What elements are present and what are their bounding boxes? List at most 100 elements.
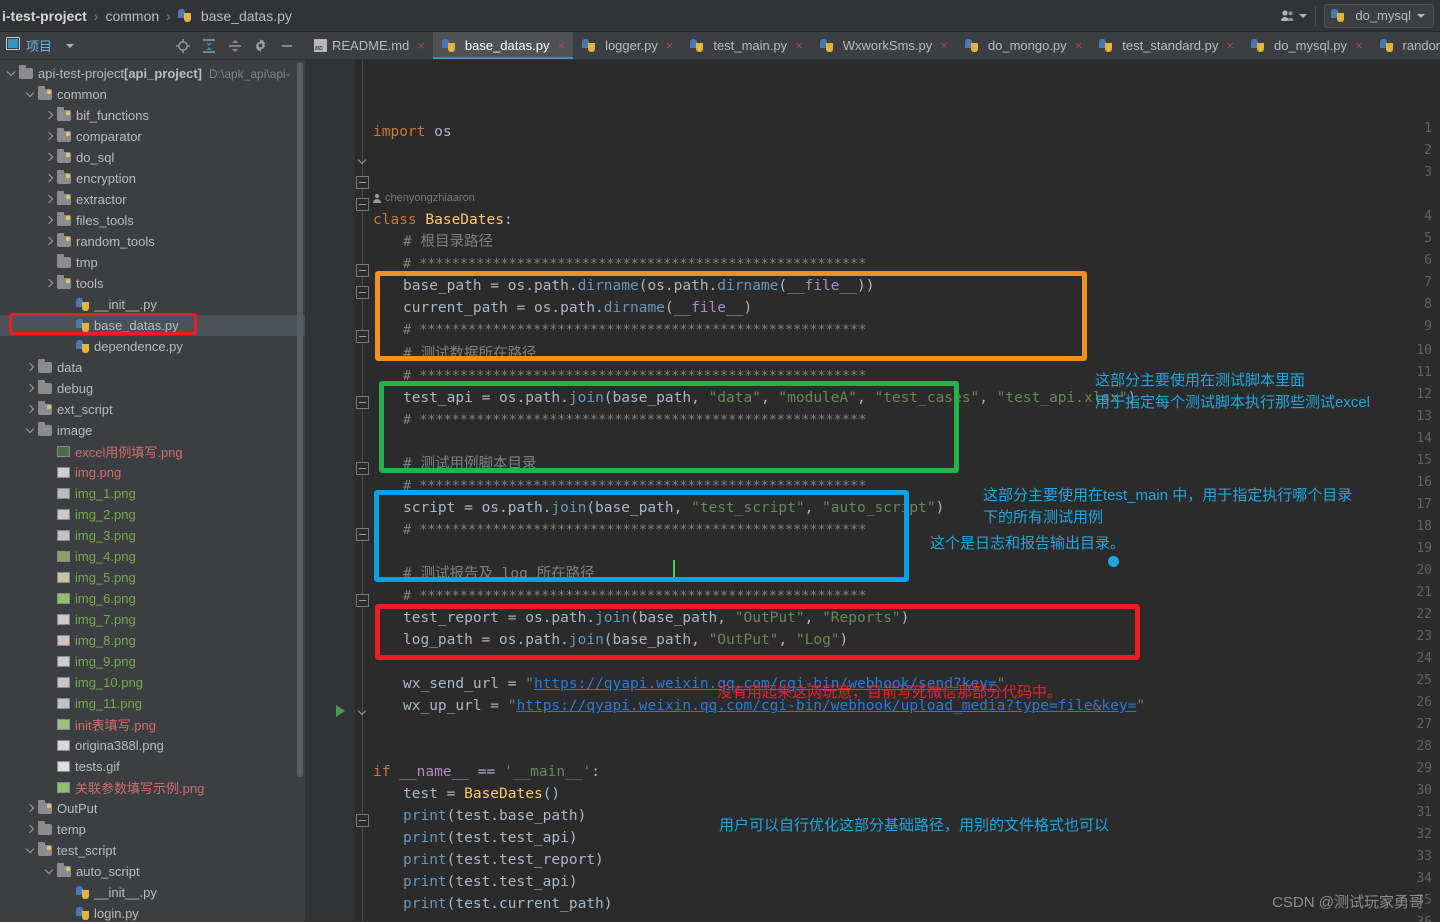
editor-tab-do_mongopy[interactable]: do_mongo.py × bbox=[956, 32, 1090, 59]
tree-item-img_9png[interactable]: img_9.png bbox=[0, 651, 305, 672]
chevron-right-icon[interactable] bbox=[44, 131, 55, 142]
hide-panel-icon[interactable] bbox=[279, 38, 295, 54]
run-gutter-icon[interactable] bbox=[336, 705, 345, 717]
editor-tab-loggerpy[interactable]: logger.py × bbox=[573, 32, 681, 59]
close-icon[interactable]: × bbox=[1226, 38, 1234, 53]
breadcrumb-project[interactable]: i-test-project bbox=[2, 8, 87, 24]
fold-marker[interactable] bbox=[356, 286, 369, 299]
locate-icon[interactable] bbox=[175, 38, 191, 54]
tree-item-common[interactable]: common bbox=[0, 84, 305, 105]
chevron-down-icon[interactable] bbox=[25, 845, 36, 856]
project-tree[interactable]: api-test-project [api_project] D:\apk_api… bbox=[0, 60, 305, 922]
tree-item-loginpy[interactable]: login.py bbox=[0, 903, 305, 922]
tree-item-extractor[interactable]: extractor bbox=[0, 189, 305, 210]
tree-item-tools[interactable]: tools bbox=[0, 273, 305, 294]
collapse-all-icon[interactable] bbox=[227, 38, 243, 54]
chevron-down-icon[interactable] bbox=[6, 68, 17, 79]
editor-tab-random_toolsp[interactable]: random_tools.p bbox=[1371, 32, 1440, 59]
tree-item-random_tools[interactable]: random_tools bbox=[0, 231, 305, 252]
fold-marker[interactable] bbox=[356, 198, 369, 211]
chevron-down-icon[interactable] bbox=[44, 866, 55, 877]
tree-item-__init__py[interactable]: __init__.py bbox=[0, 294, 305, 315]
fold-marker[interactable] bbox=[356, 594, 369, 607]
run-configuration-selector[interactable]: do_mysql bbox=[1324, 3, 1434, 28]
editor-tab-do_mysqlpy[interactable]: do_mysql.py × bbox=[1242, 32, 1371, 59]
tree-item-base_dataspy[interactable]: base_datas.py bbox=[0, 315, 305, 336]
tree-item-img_7png[interactable]: img_7.png bbox=[0, 609, 305, 630]
tree-item-__init__py[interactable]: __init__.py bbox=[0, 882, 305, 903]
tree-item-img_2png[interactable]: img_2.png bbox=[0, 504, 305, 525]
close-icon[interactable]: × bbox=[1075, 38, 1083, 53]
tree-item-img_6png[interactable]: img_6.png bbox=[0, 588, 305, 609]
chevron-down-icon[interactable] bbox=[66, 43, 75, 48]
tree-item-do_sql[interactable]: do_sql bbox=[0, 147, 305, 168]
tree-item-debug[interactable]: debug bbox=[0, 378, 305, 399]
tree-item-img_1png[interactable]: img_1.png bbox=[0, 483, 305, 504]
chevron-right-icon[interactable] bbox=[25, 803, 36, 814]
tree-item-excelpng[interactable]: excel用例填写.png bbox=[0, 441, 305, 462]
chevron-right-icon[interactable] bbox=[44, 278, 55, 289]
editor-tab-base_dataspy[interactable]: base_datas.py × bbox=[432, 32, 574, 59]
project-tree-scrollbar[interactable] bbox=[297, 62, 303, 777]
chevron-right-icon[interactable] bbox=[44, 152, 55, 163]
tree-item-origina388lpng[interactable]: origina388l.png bbox=[0, 735, 305, 756]
fold-marker[interactable] bbox=[356, 264, 369, 277]
chevron-right-icon[interactable] bbox=[44, 194, 55, 205]
fold-arrow-class[interactable] bbox=[356, 153, 369, 166]
tree-item-comparator[interactable]: comparator bbox=[0, 126, 305, 147]
close-icon[interactable]: × bbox=[666, 38, 674, 53]
fold-marker[interactable] bbox=[356, 396, 369, 409]
close-icon[interactable]: × bbox=[795, 38, 803, 53]
close-icon[interactable]: × bbox=[940, 38, 948, 53]
tree-item-img_11png[interactable]: img_11.png bbox=[0, 693, 305, 714]
close-icon[interactable]: × bbox=[417, 38, 425, 53]
tree-item-files_tools[interactable]: files_tools bbox=[0, 210, 305, 231]
tree-item-apitestproject[interactable]: api-test-project [api_project] D:\apk_api… bbox=[0, 63, 305, 84]
tree-item-png[interactable]: 关联参数填写示例.png bbox=[0, 777, 305, 798]
tree-item-temp[interactable]: temp bbox=[0, 819, 305, 840]
chevron-right-icon[interactable] bbox=[44, 215, 55, 226]
tree-item-img_5png[interactable]: img_5.png bbox=[0, 567, 305, 588]
tree-item-initpng[interactable]: init表填写.png bbox=[0, 714, 305, 735]
tree-item-encryption[interactable]: encryption bbox=[0, 168, 305, 189]
tree-item-image[interactable]: image bbox=[0, 420, 305, 441]
tree-item-img_4png[interactable]: img_4.png bbox=[0, 546, 305, 567]
tree-item-img_8png[interactable]: img_8.png bbox=[0, 630, 305, 651]
tree-item-test_script[interactable]: test_script bbox=[0, 840, 305, 861]
editor-tab-test_mainpy[interactable]: test_main.py × bbox=[681, 32, 810, 59]
fold-arrow-main[interactable] bbox=[356, 704, 369, 717]
close-icon[interactable]: × bbox=[557, 38, 565, 53]
editor-tab-bar[interactable]: README.md×base_datas.py×logger.py×test_m… bbox=[305, 32, 1440, 60]
chevron-right-icon[interactable] bbox=[25, 404, 36, 415]
chevron-down-icon[interactable] bbox=[25, 425, 36, 436]
chevron-right-icon[interactable] bbox=[25, 362, 36, 373]
fold-marker[interactable] bbox=[356, 528, 369, 541]
fold-marker[interactable] bbox=[356, 462, 369, 475]
tree-item-testsgif[interactable]: tests.gif bbox=[0, 756, 305, 777]
tree-item-img_3png[interactable]: img_3.png bbox=[0, 525, 305, 546]
tree-item-output[interactable]: OutPut bbox=[0, 798, 305, 819]
fold-marker[interactable] bbox=[356, 814, 369, 827]
tree-item-data[interactable]: data bbox=[0, 357, 305, 378]
fold-marker[interactable] bbox=[356, 330, 369, 343]
code-editor[interactable]: 1 2 3 4 5 6 7 8 9 10 11 12 13 14 15 16 17 18 19 20 21 22 23 24 2… bbox=[305, 60, 1440, 922]
editor-tab-wxworksmspy[interactable]: WxworkSms.py × bbox=[811, 32, 956, 59]
breadcrumb-file[interactable]: base_datas.py bbox=[177, 8, 292, 24]
editor-tab-test_standardpy[interactable]: test_standard.py × bbox=[1090, 32, 1242, 59]
editor-tab-readmemd[interactable]: README.md × bbox=[305, 32, 433, 59]
people-icon[interactable] bbox=[1280, 9, 1308, 22]
chevron-right-icon[interactable] bbox=[44, 173, 55, 184]
fold-marker[interactable] bbox=[356, 176, 369, 189]
tree-item-img_10png[interactable]: img_10.png bbox=[0, 672, 305, 693]
tree-item-imgpng[interactable]: img.png bbox=[0, 462, 305, 483]
settings-gear-icon[interactable] bbox=[253, 38, 269, 54]
close-icon[interactable]: × bbox=[1355, 38, 1363, 53]
tree-item-ext_script[interactable]: ext_script bbox=[0, 399, 305, 420]
chevron-right-icon[interactable] bbox=[44, 236, 55, 247]
chevron-right-icon[interactable] bbox=[25, 824, 36, 835]
chevron-right-icon[interactable] bbox=[44, 110, 55, 121]
tree-item-bif_functions[interactable]: bif_functions bbox=[0, 105, 305, 126]
tree-item-auto_script[interactable]: auto_script bbox=[0, 861, 305, 882]
tree-item-tmp[interactable]: tmp bbox=[0, 252, 305, 273]
chevron-right-icon[interactable] bbox=[25, 383, 36, 394]
